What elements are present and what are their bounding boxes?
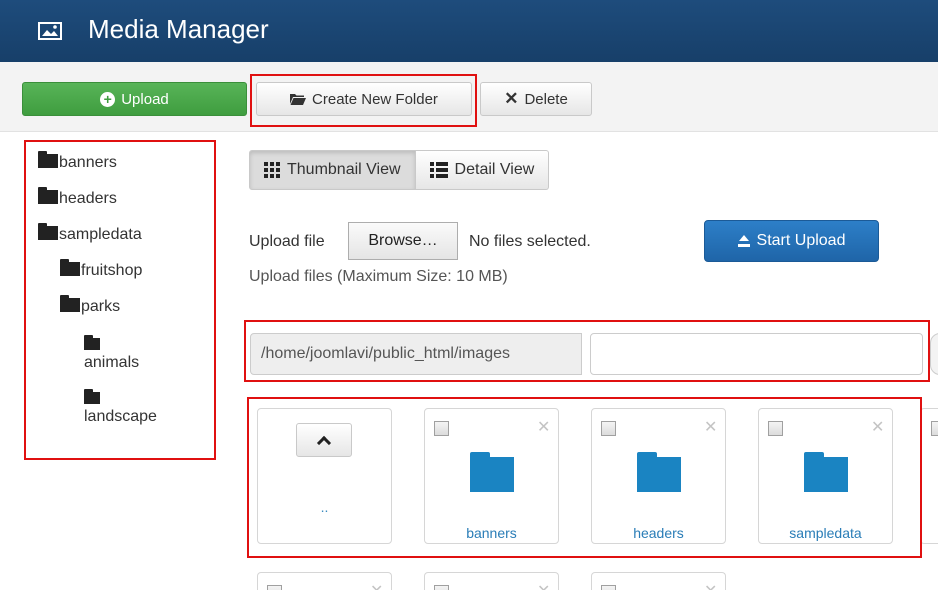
tree-item-sampledata[interactable]: sampledata	[38, 223, 142, 244]
upload-icon	[737, 235, 750, 247]
folder-icon	[38, 223, 58, 240]
delete-x-icon[interactable]: ✕	[537, 581, 550, 590]
close-icon: ✕	[504, 89, 519, 108]
tree-item-fruitshop[interactable]: fruitshop	[60, 259, 143, 280]
folder-thumb-partial[interactable]	[920, 408, 938, 544]
delete-x-icon[interactable]: ✕	[704, 581, 717, 590]
folder-thumb-label[interactable]: banners	[425, 525, 558, 541]
tab-thumbnail-view[interactable]: Thumbnail View	[249, 150, 416, 190]
no-files-selected-text: No files selected.	[469, 233, 591, 250]
tab-detail-view[interactable]: Detail View	[415, 150, 550, 190]
folder-thumb-sampledata[interactable]: ✕ sampledata	[758, 408, 893, 544]
tree-item-banners[interactable]: banners	[38, 151, 117, 172]
upload-file-label: Upload file	[249, 233, 325, 250]
delete-x-icon[interactable]: ✕	[704, 417, 717, 437]
page-title: Media Manager	[88, 14, 269, 44]
tree-item-label: banners	[59, 154, 117, 171]
create-folder-label: Create New Folder	[312, 90, 438, 108]
folder-tree: banners headers sampledata fruitshop par…	[24, 140, 216, 460]
path-prefix: /home/joomlavi/public_html/images	[250, 333, 582, 375]
folder-thumb-headers[interactable]: ✕ headers	[591, 408, 726, 544]
plus-circle-icon: +	[100, 91, 116, 107]
folder-thumb-row2-3[interactable]: ✕	[591, 572, 726, 590]
folder-icon	[804, 452, 848, 492]
tree-item-landscape[interactable]: landscape	[84, 389, 157, 426]
select-checkbox[interactable]	[434, 421, 449, 436]
delete-x-icon[interactable]: ✕	[537, 417, 550, 437]
tree-item-label: landscape	[84, 408, 157, 425]
folder-icon	[637, 452, 681, 492]
tree-item-label: animals	[84, 354, 140, 371]
folder-up-thumb[interactable]: ..	[257, 408, 392, 544]
delete-x-icon[interactable]: ✕	[370, 581, 383, 590]
start-upload-label: Start Upload	[756, 232, 846, 249]
folder-open-icon	[290, 94, 307, 105]
folder-icon	[470, 452, 514, 492]
folder-thumb-row2-1[interactable]: ✕	[257, 572, 392, 590]
browse-button[interactable]: Browse…	[348, 222, 458, 260]
tree-item-label: headers	[59, 190, 117, 207]
toolbar: + Upload Create New Folder ✕ Delete	[0, 62, 938, 132]
folder-icon	[60, 295, 80, 312]
tree-item-label: parks	[81, 298, 121, 315]
select-checkbox[interactable]	[931, 421, 938, 436]
folder-path-input[interactable]	[590, 333, 923, 375]
folder-icon	[38, 151, 58, 168]
delete-x-icon[interactable]: ✕	[871, 417, 884, 437]
parent-folder-link[interactable]: ..	[258, 499, 391, 515]
path-go-button[interactable]	[930, 333, 938, 375]
start-upload-button[interactable]: Start Upload	[704, 220, 879, 262]
tree-item-label: fruitshop	[81, 262, 143, 279]
app-header: Media Manager	[0, 0, 938, 62]
tree-item-animals[interactable]: animals	[84, 335, 140, 372]
select-checkbox[interactable]	[267, 585, 282, 590]
select-checkbox[interactable]	[434, 585, 449, 590]
select-checkbox[interactable]	[601, 421, 616, 436]
select-checkbox[interactable]	[601, 585, 616, 590]
list-icon	[429, 162, 448, 178]
upload-button[interactable]: + Upload	[22, 82, 247, 116]
tree-item-headers[interactable]: headers	[38, 187, 117, 208]
delete-label: Delete	[524, 90, 568, 108]
detail-view-label: Detail View	[454, 161, 535, 178]
image-icon	[38, 22, 62, 40]
grid-icon	[264, 162, 280, 178]
create-new-folder-button[interactable]: Create New Folder	[256, 82, 472, 116]
upload-button-label: Upload	[121, 90, 169, 108]
chevron-up-icon	[316, 435, 332, 450]
delete-button[interactable]: ✕ Delete	[480, 82, 592, 116]
folder-icon	[38, 187, 58, 204]
thumbnail-view-label: Thumbnail View	[287, 161, 401, 178]
folder-icon	[84, 389, 100, 404]
select-checkbox[interactable]	[768, 421, 783, 436]
folder-thumb-label[interactable]: headers	[592, 525, 725, 541]
view-toggle: Thumbnail View Detail View	[249, 150, 550, 190]
folder-up-button[interactable]	[296, 423, 352, 457]
max-size-text: Upload files (Maximum Size: 10 MB)	[249, 268, 508, 285]
tree-item-parks[interactable]: parks	[60, 295, 121, 316]
tree-item-label: sampledata	[59, 226, 142, 243]
folder-icon	[60, 259, 80, 276]
folder-thumb-row2-2[interactable]: ✕	[424, 572, 559, 590]
folder-thumb-banners[interactable]: ✕ banners	[424, 408, 559, 544]
folder-thumb-label[interactable]: sampledata	[759, 525, 892, 541]
folder-icon	[84, 335, 100, 350]
